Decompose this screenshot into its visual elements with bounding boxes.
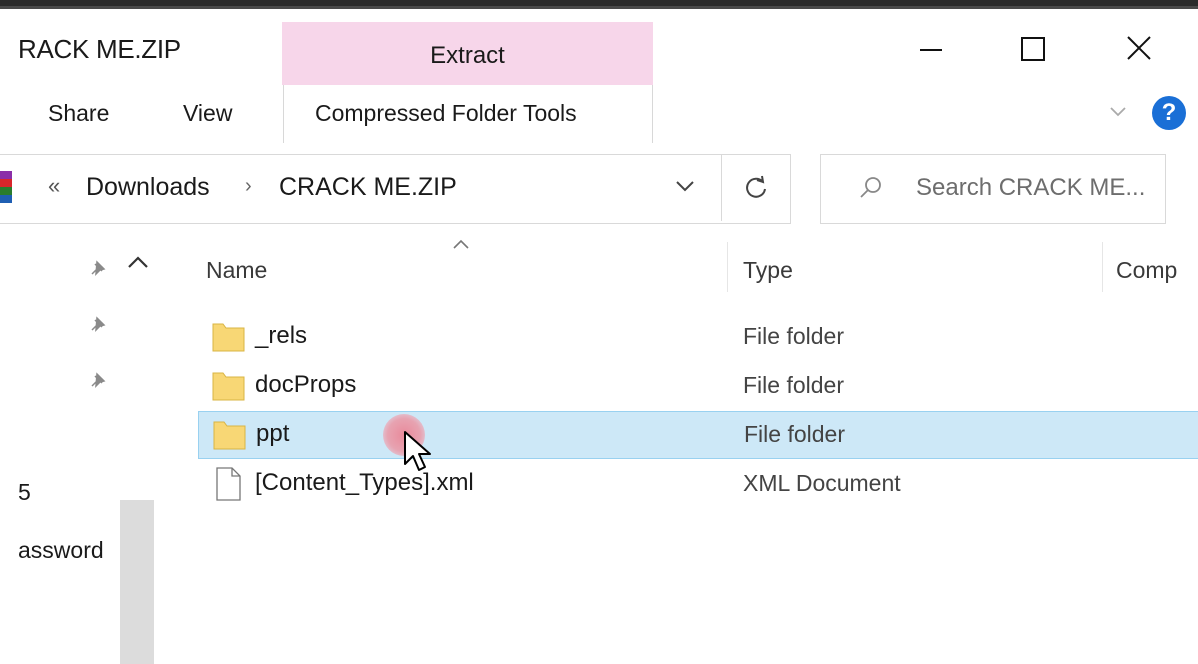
file-row-ppt[interactable]: ppt File folder xyxy=(198,411,1198,459)
nav-item-partial[interactable]: assword xyxy=(18,537,104,564)
ribbon-expand-chevron-icon[interactable] xyxy=(1108,104,1128,120)
file-type: File folder xyxy=(744,421,845,447)
refresh-icon[interactable] xyxy=(742,172,772,202)
pin-icon[interactable] xyxy=(86,314,108,336)
maximize-icon xyxy=(1021,37,1045,61)
breadcrumb-crack-me-zip[interactable]: CRACK ME.ZIP xyxy=(279,173,457,202)
minimize-button[interactable] xyxy=(900,20,960,76)
pin-icon[interactable] xyxy=(86,370,108,392)
pin-icon[interactable] xyxy=(86,258,108,280)
collapse-chevron-up-icon[interactable] xyxy=(126,253,150,271)
file-row-content-types[interactable]: [Content_Types].xml XML Document xyxy=(198,461,1198,509)
minimize-icon xyxy=(920,49,942,51)
winrar-icon xyxy=(0,171,12,203)
window-title: RACK ME.ZIP xyxy=(18,34,181,64)
search-input[interactable]: Search CRACK ME... xyxy=(916,174,1145,202)
file-type: XML Document xyxy=(743,470,901,496)
close-button[interactable] xyxy=(1110,20,1170,76)
breadcrumb-separator[interactable]: › xyxy=(245,175,252,198)
file-name: docProps xyxy=(255,371,357,398)
nav-item-partial[interactable]: 5 xyxy=(18,479,31,506)
document-icon xyxy=(216,467,241,501)
close-icon xyxy=(1127,36,1151,60)
column-header-name[interactable]: Name xyxy=(206,257,267,284)
folder-icon xyxy=(213,421,246,450)
file-name: [Content_Types].xml xyxy=(255,469,474,496)
file-name: ppt xyxy=(256,420,290,447)
tab-view[interactable]: View xyxy=(183,100,232,127)
help-icon[interactable]: ? xyxy=(1152,96,1186,130)
file-name: _rels xyxy=(255,322,308,349)
address-dropdown-icon[interactable] xyxy=(674,178,696,194)
tab-share[interactable]: Share xyxy=(48,100,109,127)
file-type: File folder xyxy=(743,323,844,349)
extract-contextual-tab[interactable]: Extract xyxy=(282,22,653,85)
address-divider xyxy=(721,155,722,221)
mouse-cursor-icon xyxy=(404,431,431,471)
search-icon xyxy=(860,177,881,198)
column-separator[interactable] xyxy=(1102,242,1103,292)
address-overflow-chevron[interactable]: « xyxy=(48,173,60,199)
nav-pane-scrollbar[interactable] xyxy=(120,500,154,664)
breadcrumb-downloads[interactable]: Downloads xyxy=(86,173,210,202)
extract-tab-label: Extract xyxy=(430,42,505,69)
file-type: File folder xyxy=(743,372,844,398)
tab-compressed-folder-tools[interactable]: Compressed Folder Tools xyxy=(315,100,577,127)
column-header-compressed-size[interactable]: Comp xyxy=(1116,257,1177,284)
sort-ascending-icon xyxy=(453,239,469,249)
file-row-docprops[interactable]: docProps File folder xyxy=(198,363,1198,411)
file-row-rels[interactable]: _rels File folder xyxy=(198,314,1198,362)
folder-icon xyxy=(212,372,245,401)
column-separator[interactable] xyxy=(727,242,728,292)
top-strip xyxy=(0,0,1198,9)
column-header-type[interactable]: Type xyxy=(743,257,793,284)
maximize-button[interactable] xyxy=(1004,20,1064,76)
folder-icon xyxy=(212,323,245,352)
